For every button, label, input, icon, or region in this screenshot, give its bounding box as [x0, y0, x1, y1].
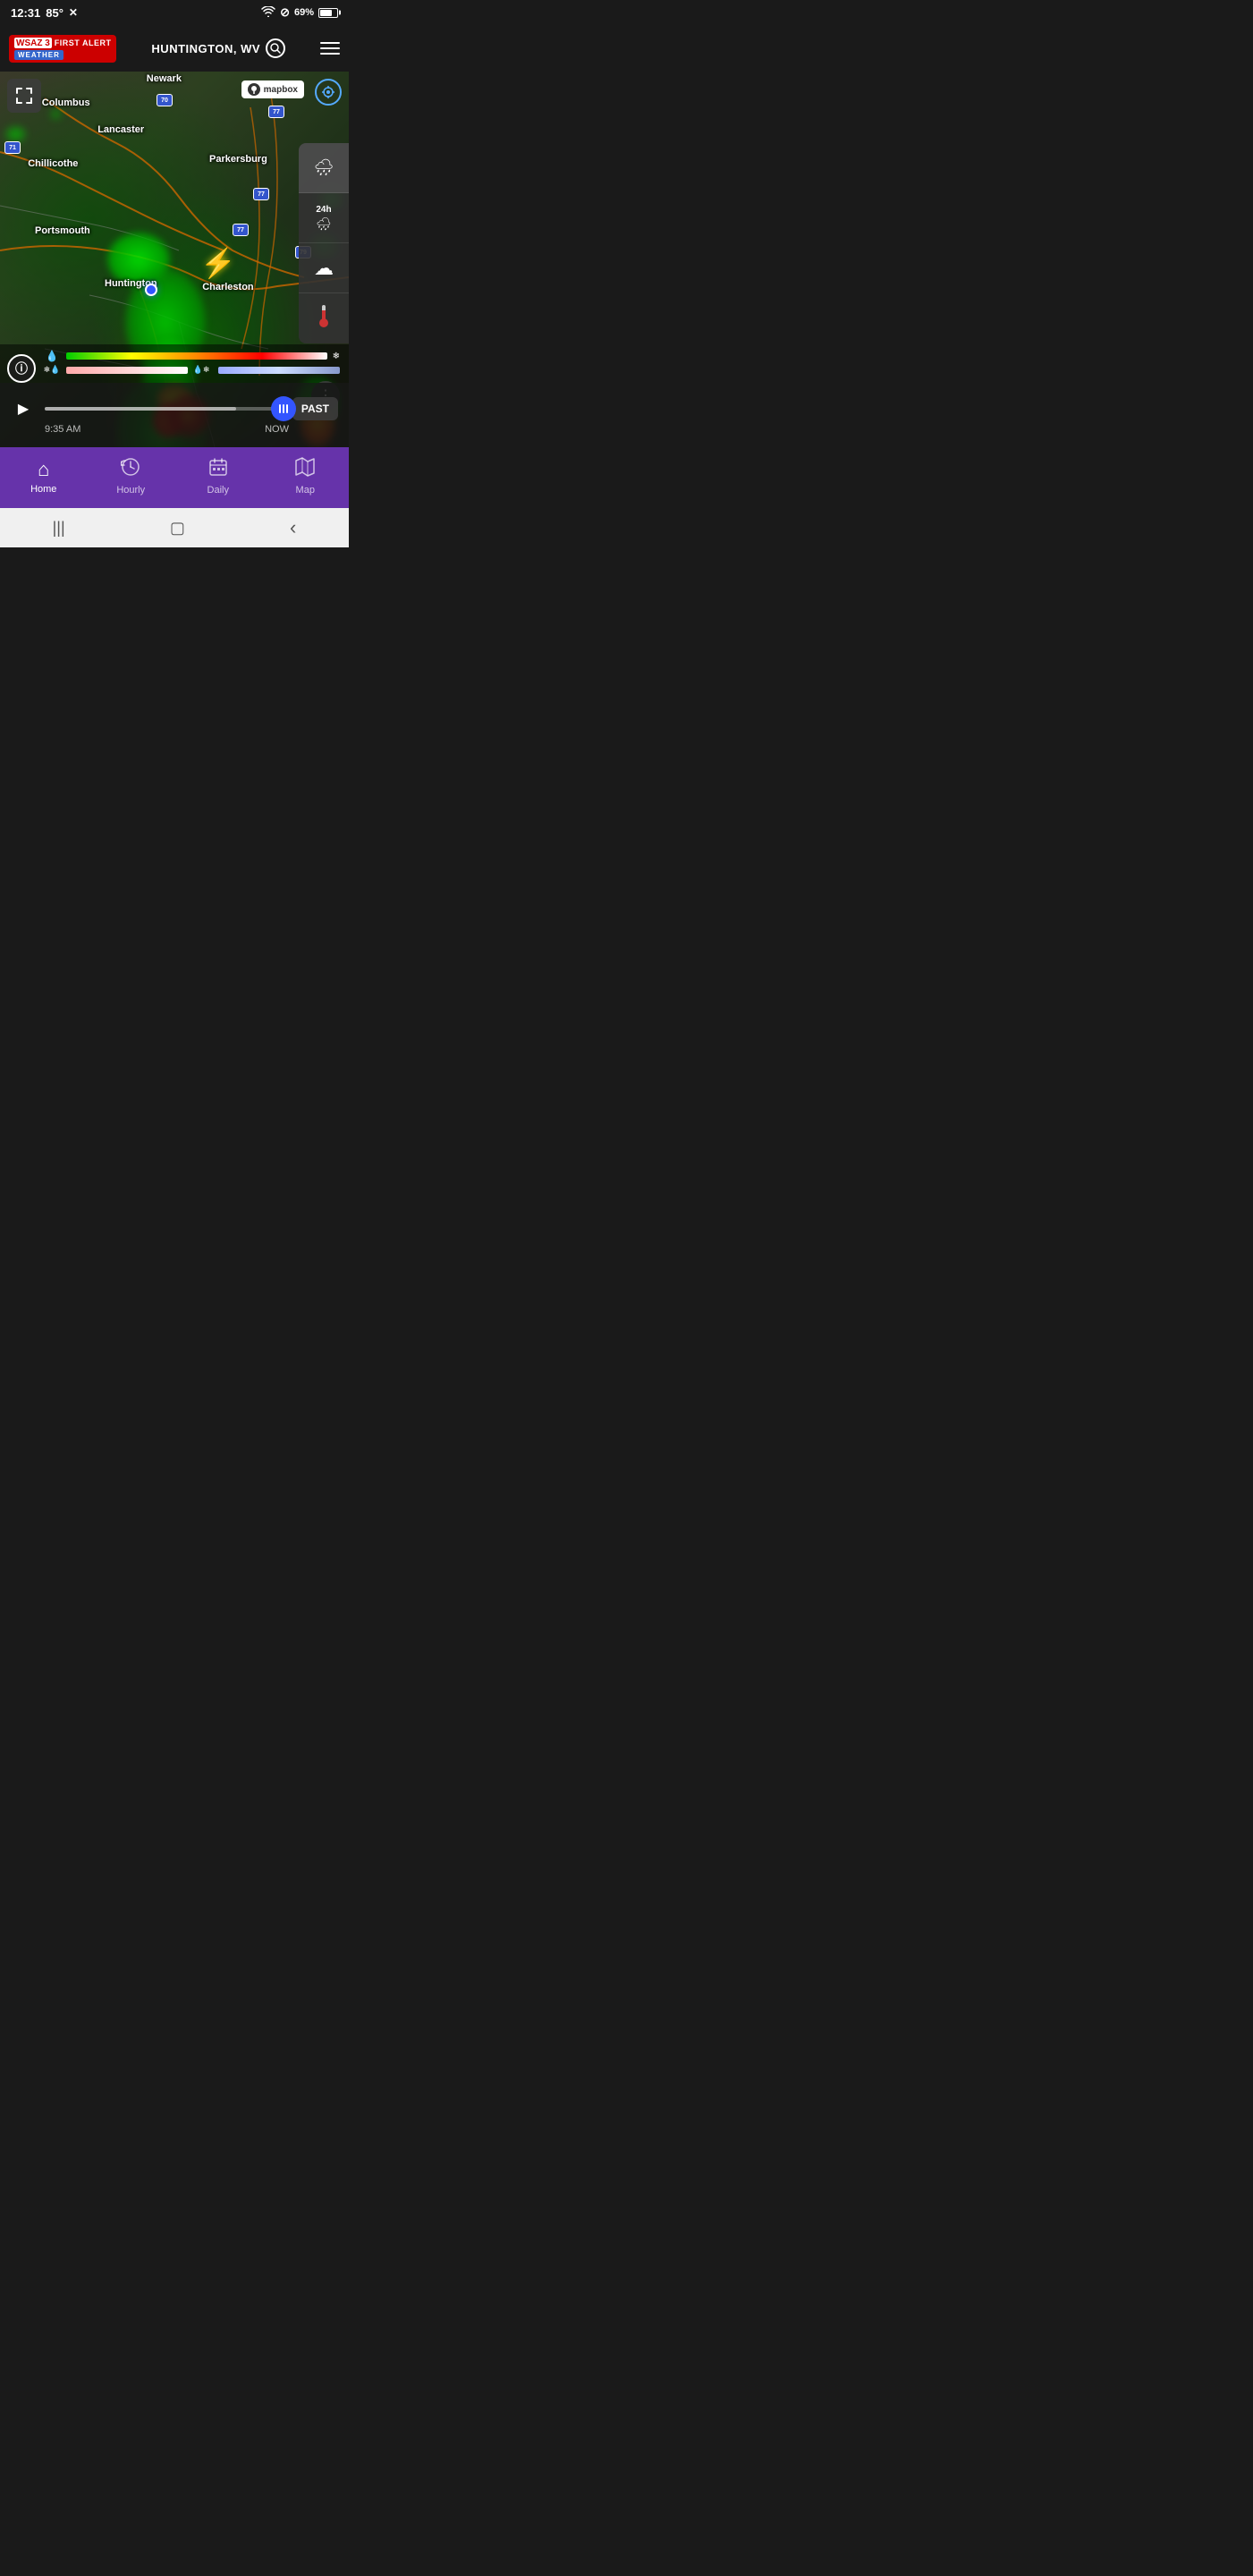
rain-legend-bar [66, 352, 327, 360]
bottom-navigation: ⌂ Home Hourly Daily Map [0, 447, 349, 508]
wifi-icon [261, 6, 275, 20]
map-container[interactable]: Newark Columbus Lancaster Chillicothe Pa… [0, 72, 349, 447]
24h-label: 24h [316, 205, 331, 215]
app-logo: WSAZ 3 FIRST ALERT WEATHER [9, 35, 116, 63]
interstate-70: 70 [157, 94, 173, 106]
timeline-track[interactable] [45, 407, 284, 411]
map-icon [295, 457, 315, 482]
nav-home[interactable]: ⌂ Home [0, 458, 88, 495]
thumb-lines [279, 404, 288, 413]
status-bar: 12:31 85° ✕ ⊘ 69% [0, 0, 349, 25]
cloud-icon: ☁ [314, 257, 334, 280]
now-label: NOW [265, 424, 338, 435]
nav-hourly[interactable]: Hourly [88, 457, 175, 496]
snow-legend-bar [218, 367, 340, 374]
layer-controls-panel: 🌧 24h 🌧 ☁ [299, 143, 349, 343]
play-button[interactable]: ▶ [11, 396, 36, 421]
24h-rain-icon: 🌧 [316, 216, 332, 232]
interstate-77-top: 77 [268, 106, 284, 118]
info-button[interactable]: ⓘ [7, 354, 36, 383]
cloud-layer-button[interactable]: ☁ [299, 243, 349, 293]
recent-apps-button[interactable]: ||| [53, 519, 65, 538]
nav-daily-label: Daily [207, 485, 229, 496]
expand-map-button[interactable] [7, 79, 41, 113]
nav-home-label: Home [30, 484, 56, 495]
menu-button[interactable] [320, 42, 340, 55]
battery-percent: 69% [294, 7, 314, 18]
lightning-icon: ⚡ [200, 246, 236, 280]
mix-legend-icon: ❄💧 [43, 365, 61, 375]
status-left: 12:31 85° ✕ [11, 6, 78, 20]
system-navigation: ||| ▢ ‹ [0, 508, 349, 547]
rain-layer-button[interactable]: 🌧 [299, 143, 349, 193]
rain-drop-icon: 🌧 [314, 158, 334, 177]
snow-legend-icon-right: ❄ [333, 352, 340, 361]
timeline-fill [45, 407, 236, 411]
radar-legend: 💧 ❄ ❄💧 💧❄ [0, 344, 349, 383]
start-time-label: 9:35 AM [45, 424, 80, 435]
hourly-icon [121, 457, 140, 482]
playback-controls: ▶ PAST 9:35 AM NOW [0, 383, 349, 447]
battery-icon [318, 8, 338, 18]
past-button[interactable]: PAST [292, 397, 338, 420]
precip-icon: 💧❄ [193, 365, 210, 375]
home-icon: ⌂ [38, 458, 49, 481]
location-text: HUNTINGTON, WV [151, 42, 260, 55]
status-right: ⊘ 69% [261, 5, 338, 20]
first-alert-text: FIRST ALERT [55, 38, 112, 47]
mapbox-pin-icon [248, 83, 260, 96]
mapbox-logo: mapbox [241, 80, 304, 98]
rain-legend-icon: 💧 [43, 350, 61, 362]
interstate-71: 71 [4, 141, 21, 154]
close-icon: ✕ [69, 6, 78, 19]
signal-icon: ⊘ [280, 5, 290, 20]
user-location-dot [145, 284, 157, 296]
location-bar[interactable]: HUNTINGTON, WV [151, 38, 285, 58]
temperature-layer-button[interactable] [299, 293, 349, 343]
my-location-button[interactable] [315, 79, 342, 106]
weather-label: WEATHER [14, 50, 63, 60]
24h-rain-layer-button[interactable]: 24h 🌧 [299, 193, 349, 243]
temperature-display: 85° [46, 6, 63, 20]
home-system-button[interactable]: ▢ [170, 519, 185, 538]
interstate-77-bot: 77 [233, 224, 249, 236]
app-header: WSAZ 3 FIRST ALERT WEATHER HUNTINGTON, W… [0, 25, 349, 72]
timeline-thumb[interactable] [271, 396, 296, 421]
time-display: 12:31 [11, 6, 40, 20]
interstate-77-mid: 77 [253, 188, 269, 200]
daily-icon [208, 457, 228, 482]
nav-map[interactable]: Map [262, 457, 350, 496]
thermometer-icon [316, 303, 332, 335]
nav-map-label: Map [296, 485, 315, 496]
wsaz-number: WSAZ 3 [14, 38, 52, 48]
nav-hourly-label: Hourly [116, 485, 145, 496]
back-button[interactable]: ‹ [290, 516, 296, 539]
nav-daily[interactable]: Daily [174, 457, 262, 496]
mix-legend-bar [66, 367, 188, 374]
search-icon[interactable] [266, 38, 285, 58]
